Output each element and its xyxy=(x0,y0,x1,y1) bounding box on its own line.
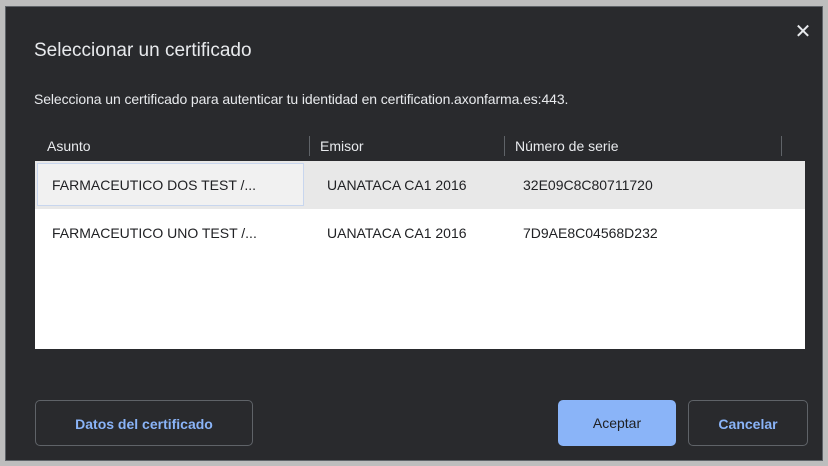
certificate-dialog: Seleccionar un certificado ✕ Selecciona … xyxy=(5,6,823,461)
table-row[interactable]: FARMACEUTICO DOS TEST /... UANATACA CA1 … xyxy=(35,161,805,209)
cell-serie: 32E09C8C80711720 xyxy=(523,177,653,193)
column-divider[interactable] xyxy=(781,136,782,156)
cell-asunto: FARMACEUTICO DOS TEST /... xyxy=(52,177,257,193)
table-header: Asunto Emisor Número de serie xyxy=(35,131,805,161)
certificate-details-button[interactable]: Datos del certificado xyxy=(35,400,253,446)
dialog-subtitle: Selecciona un certificado para autentica… xyxy=(34,91,569,107)
column-header-serie[interactable]: Número de serie xyxy=(515,131,619,161)
cell-asunto: FARMACEUTICO UNO TEST /... xyxy=(52,225,257,241)
column-header-emisor[interactable]: Emisor xyxy=(320,131,364,161)
certificate-table: Asunto Emisor Número de serie FARMACEUTI… xyxy=(35,131,805,353)
cell-serie: 7D9AE8C04568D232 xyxy=(523,225,658,241)
cancel-button[interactable]: Cancelar xyxy=(688,400,808,446)
column-divider[interactable] xyxy=(309,136,310,156)
column-header-asunto[interactable]: Asunto xyxy=(47,131,91,161)
accept-button[interactable]: Aceptar xyxy=(558,400,676,446)
table-row[interactable]: FARMACEUTICO UNO TEST /... UANATACA CA1 … xyxy=(35,209,805,257)
column-divider[interactable] xyxy=(504,136,505,156)
cell-emisor: UANATACA CA1 2016 xyxy=(327,177,467,193)
dialog-title: Seleccionar un certificado xyxy=(34,40,252,61)
cell-emisor: UANATACA CA1 2016 xyxy=(327,225,467,241)
screen-frame: Seleccionar un certificado ✕ Selecciona … xyxy=(0,0,828,466)
close-icon[interactable]: ✕ xyxy=(792,21,814,43)
table-body: FARMACEUTICO DOS TEST /... UANATACA CA1 … xyxy=(35,161,805,349)
